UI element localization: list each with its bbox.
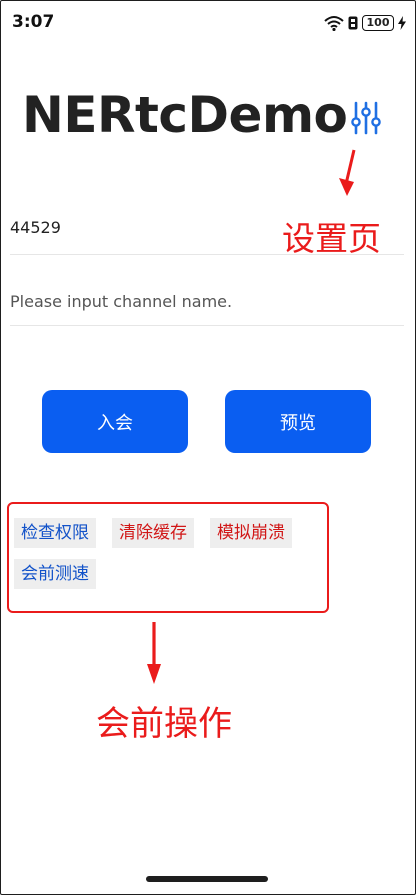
status-bar: 3:07 100 bbox=[0, 0, 416, 46]
settings-annotation-arrow bbox=[339, 149, 356, 196]
pre-meeting-speed-test-button[interactable]: 会前测速 bbox=[14, 559, 96, 589]
join-button[interactable]: 入会 bbox=[42, 390, 188, 453]
pre-meeting-ops-annotation: 会前操作 bbox=[96, 704, 232, 744]
status-time: 3:07 bbox=[12, 12, 55, 32]
settings-button[interactable] bbox=[345, 97, 387, 139]
pre-meeting-ops-panel: 检查权限 清除缓存 模拟崩溃 会前测速 bbox=[7, 502, 329, 613]
channel-name-input[interactable]: Please input channel name. bbox=[10, 288, 404, 326]
status-icons: 100 bbox=[324, 14, 406, 32]
battery-indicator: 100 bbox=[362, 15, 394, 31]
notification-icon bbox=[348, 16, 358, 30]
simulate-crash-button[interactable]: 模拟崩溃 bbox=[210, 518, 292, 548]
ops-annotation-arrow bbox=[147, 622, 161, 684]
channel-input[interactable]: 44529 bbox=[10, 214, 404, 255]
home-indicator[interactable] bbox=[146, 876, 268, 882]
charging-bolt-icon bbox=[398, 16, 406, 30]
channel-input-value: 44529 bbox=[10, 218, 61, 237]
app-title: NERtcDemo bbox=[22, 86, 348, 144]
settings-sliders-icon bbox=[351, 101, 381, 135]
preview-button[interactable]: 预览 bbox=[225, 390, 371, 453]
channel-name-placeholder: Please input channel name. bbox=[10, 292, 233, 311]
clear-cache-button[interactable]: 清除缓存 bbox=[112, 518, 194, 548]
wifi-icon bbox=[324, 16, 344, 31]
check-permission-button[interactable]: 检查权限 bbox=[14, 518, 96, 548]
